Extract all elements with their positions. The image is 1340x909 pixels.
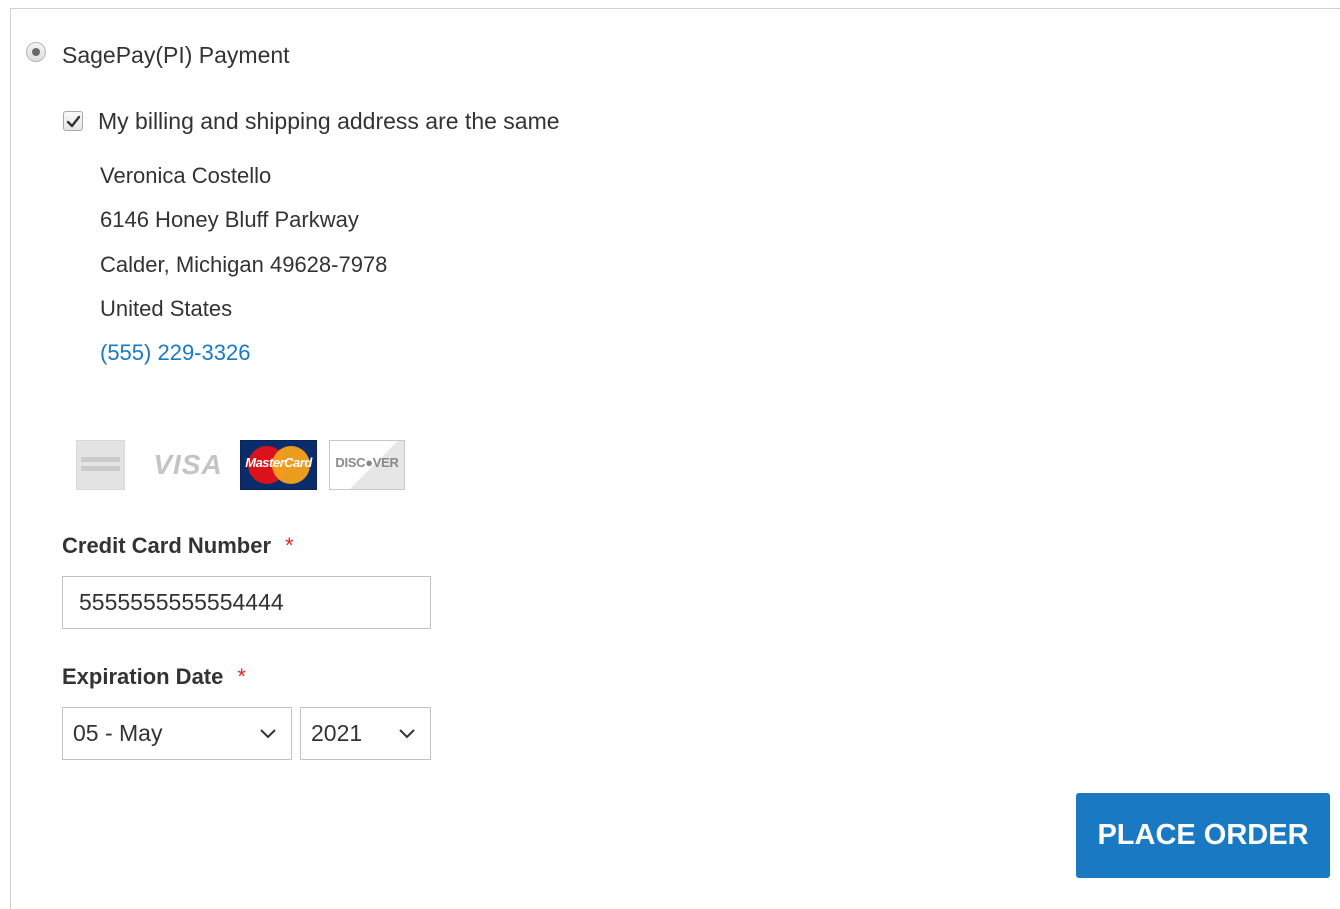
mastercard-logo-text: MasterCard	[245, 455, 312, 470]
address-city-line: Calder, Michigan 49628-7978	[100, 252, 388, 277]
payment-method-radio[interactable]	[26, 42, 46, 62]
cc-number-label: Credit Card Number *	[62, 533, 294, 558]
required-marker: *	[237, 664, 246, 689]
exp-month-select[interactable]: 05 - May	[62, 707, 292, 760]
discover-logo-icon: DISC●VER	[329, 440, 405, 490]
visa-logo-icon: VISA	[153, 449, 223, 480]
billing-same-label[interactable]: My billing and shipping address are the …	[98, 107, 560, 135]
chevron-down-icon	[399, 729, 415, 739]
exp-year-value: 2021	[311, 720, 363, 746]
address-street: 6146 Honey Bluff Parkway	[100, 207, 359, 232]
address-phone-link[interactable]: (555) 229-3326	[100, 339, 250, 367]
expiration-date-label: Expiration Date *	[62, 664, 246, 689]
amex-logo-icon	[76, 440, 125, 490]
mastercard-logo-icon: MasterCard	[240, 440, 317, 490]
exp-month-value: 05 - May	[73, 720, 163, 746]
cc-number-input[interactable]: 5555555555554444	[62, 576, 431, 629]
billing-same-checkbox[interactable]	[63, 111, 83, 131]
place-order-button[interactable]: PLACE ORDER	[1076, 793, 1330, 878]
payment-method-title[interactable]: SagePay(PI) Payment	[62, 41, 290, 69]
checkmark-icon	[66, 115, 81, 128]
address-name: Veronica Costello	[100, 163, 272, 188]
address-country: United States	[100, 296, 233, 321]
exp-year-select[interactable]: 2021	[300, 707, 431, 760]
chevron-down-icon	[260, 729, 276, 739]
required-marker: *	[285, 533, 294, 558]
